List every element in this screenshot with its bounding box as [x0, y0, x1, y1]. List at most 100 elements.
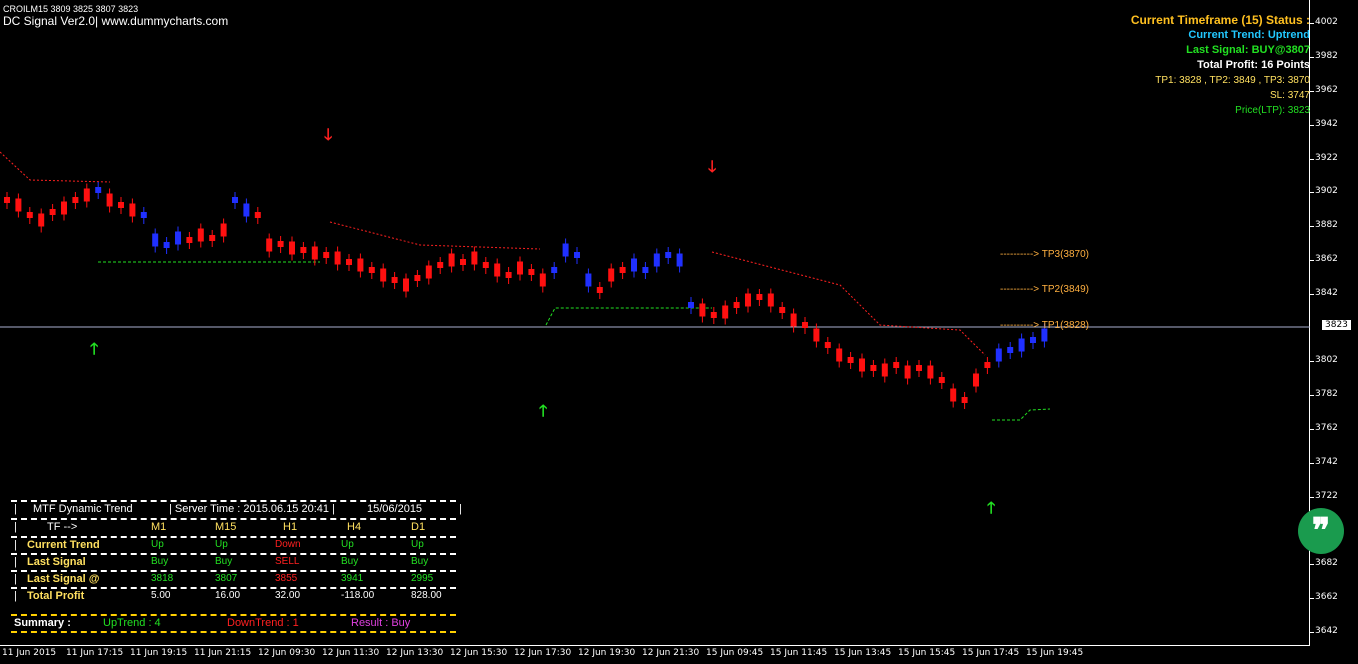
candle-body [562, 243, 569, 257]
candle-body [653, 253, 660, 267]
mtf-cell: Buy [411, 556, 429, 567]
mtf-date: 15/06/2015 [367, 503, 423, 515]
status-total-profit: Total Profit: 16 Points [1197, 59, 1310, 71]
price-tick: 3862 [1310, 254, 1338, 264]
price-tick: 3782 [1310, 389, 1338, 399]
candle-body [756, 294, 763, 300]
candle-body [95, 187, 102, 193]
time-tick: 11 Jun 19:15 [130, 648, 188, 658]
chat-button[interactable]: ❞ [1298, 508, 1344, 554]
candle-body [140, 212, 147, 218]
candle-body [403, 278, 409, 292]
candle-body [984, 362, 991, 368]
mtf-cell: 5.00 [151, 590, 171, 601]
candle-body [38, 213, 45, 227]
mtf-row-label: Last Signal @ [27, 573, 100, 585]
mtf-header-h4: H4 [347, 521, 362, 533]
buy-arrow-icon: 🡑 [987, 500, 996, 517]
candle-body [574, 252, 580, 258]
candle-body [1018, 338, 1025, 352]
candle-body [494, 263, 501, 277]
time-tick: 12 Jun 15:30 [450, 648, 508, 658]
candle-body [175, 231, 181, 245]
candle-body [961, 397, 968, 403]
candle-body [790, 313, 797, 327]
candle-body [699, 303, 706, 317]
tp1-label: ----------> TP1(3828) [1000, 320, 1089, 331]
candle-body [186, 237, 193, 243]
candle-body [289, 241, 295, 255]
mtf-header-h1: H1 [283, 521, 298, 533]
candle-body [26, 212, 33, 218]
candle-body [505, 272, 512, 278]
candle-body [4, 197, 10, 203]
mtf-row-label: Total Profit [27, 590, 85, 602]
mtf-cell: Buy [151, 556, 169, 567]
price-tick: 3902 [1310, 186, 1338, 196]
time-tick: 15 Jun 17:45 [962, 648, 1020, 658]
current-price-tag: 3823 [1322, 320, 1351, 330]
status-price: Price(LTP): 3823 [1235, 105, 1310, 116]
candle-body [391, 277, 398, 283]
candle-body [380, 268, 387, 282]
mtf-cell: 3818 [151, 573, 174, 584]
candle-body [619, 267, 626, 273]
buy-arrow-icon: 🡑 [539, 403, 548, 420]
candle-body [197, 228, 204, 242]
candle-body [437, 262, 444, 268]
stop-line [0, 151, 111, 183]
candle-body [300, 247, 307, 253]
candle-body [266, 238, 273, 252]
price-tick: 3922 [1310, 153, 1338, 163]
price-tick: 3642 [1310, 626, 1338, 636]
tp3-label: ----------> TP3(3870) [1000, 249, 1089, 260]
mtf-cell: Up [411, 539, 424, 550]
candle-body [1030, 337, 1036, 343]
time-axis: 11 Jun 2015 11 Jun 17:15 11 Jun 19:15 11 Ju… [0, 646, 1310, 664]
candle-body [83, 188, 90, 202]
time-tick: 12 Jun 11:30 [322, 648, 380, 658]
candle-body [779, 307, 786, 313]
candle-body [904, 365, 911, 379]
mtf-cell: Buy [341, 556, 359, 567]
candle-body [847, 357, 854, 363]
candle-body [425, 265, 432, 279]
candle-body [61, 201, 67, 215]
candle-body [733, 302, 740, 308]
status-tps: TP1: 3828 , TP2: 3849 , TP3: 3870 [1155, 75, 1310, 86]
candle-body [357, 258, 364, 272]
time-tick: 12 Jun 13:30 [386, 648, 444, 658]
candle-body [710, 312, 717, 318]
candle-body [870, 365, 877, 371]
candle-body [460, 259, 466, 265]
price-tick: 3762 [1310, 423, 1338, 433]
stop-line [711, 251, 986, 356]
time-tick: 15 Jun 09:45 [706, 648, 764, 658]
mtf-server-time: | Server Time : 2015.06.15 20:41 | [169, 503, 335, 515]
candle-body [859, 358, 865, 372]
mtf-cell: SELL [275, 556, 300, 567]
time-tick: 11 Jun 2015 [2, 648, 57, 658]
mtf-cell: Buy [215, 556, 233, 567]
summary-downtrend: DownTrend : 1 [227, 617, 299, 629]
candle-body [539, 273, 546, 287]
mtf-cell: 16.00 [215, 590, 241, 601]
time-tick: 12 Jun 21:30 [642, 648, 700, 658]
mtf-cell: -118.00 [341, 590, 375, 601]
mtf-sep: | [14, 503, 17, 515]
price-tick: 3942 [1310, 119, 1338, 129]
status-last-signal: Last Signal: BUY@3807 [1186, 44, 1310, 56]
candle-body [551, 267, 558, 273]
price-tick: 3682 [1310, 558, 1338, 568]
candle-body [585, 273, 592, 287]
mtf-row: | Last Signal Buy Buy SELL Buy Buy [11, 553, 456, 571]
candle-body [745, 293, 751, 307]
candle-body [414, 275, 421, 281]
time-tick: 11 Jun 21:15 [194, 648, 252, 658]
candle-body [881, 363, 888, 377]
candle-body [688, 302, 694, 308]
mtf-cell: 3941 [341, 573, 364, 584]
price-tick: 3882 [1310, 220, 1338, 230]
candle-body [995, 348, 1002, 362]
stop-line [545, 307, 712, 326]
